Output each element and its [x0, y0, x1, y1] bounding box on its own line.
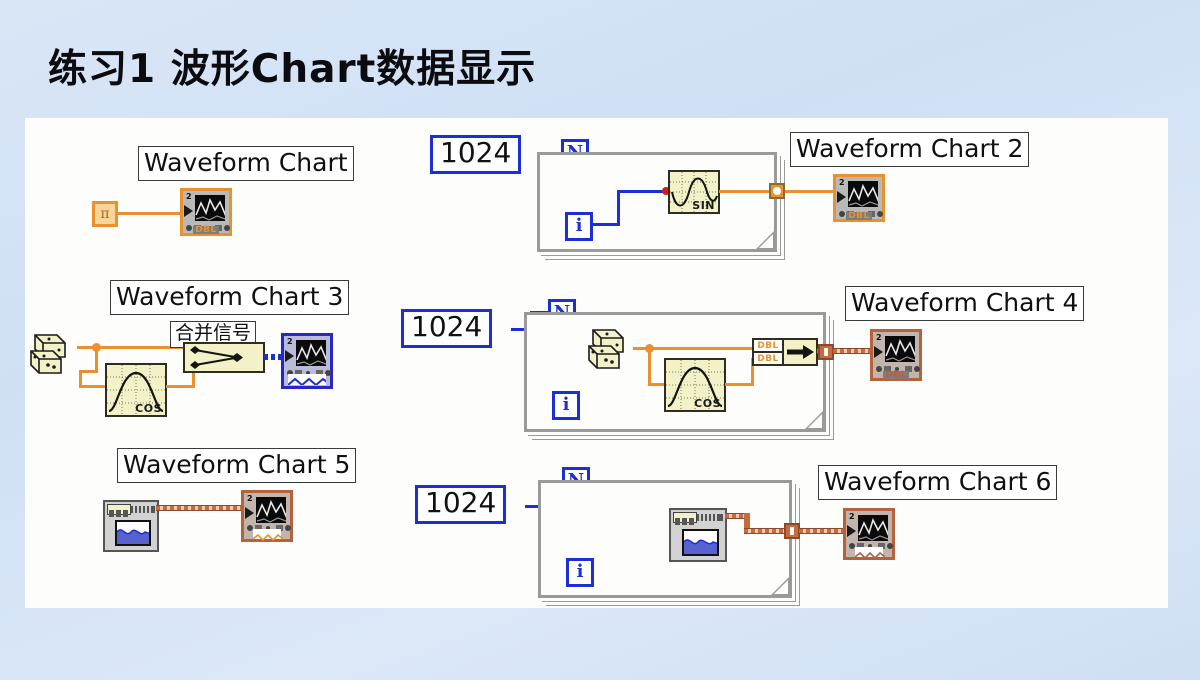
terminal-index-label: 2	[186, 192, 192, 201]
build-array-input-dbl-2: DBL	[754, 353, 782, 364]
cos-function-loop2[interactable]: COS	[664, 358, 726, 412]
cos-function-label-loop2: COS	[694, 397, 721, 410]
chart-screen-icon	[296, 340, 326, 366]
terminal-waveform-chart-3[interactable]: 2	[281, 333, 333, 389]
terminal-legend-icon	[246, 519, 291, 531]
loop-dogear-inner-icon	[774, 580, 788, 594]
label-waveform-chart-6: Waveform Chart 6	[818, 465, 1058, 500]
terminal-index-label: 2	[849, 512, 855, 521]
simvi-header-icon	[673, 512, 697, 525]
wire-pi-to-chart1	[118, 212, 181, 215]
loop-dogear-inner-icon	[808, 414, 822, 428]
merge-signals-node[interactable]	[183, 342, 265, 373]
tunnel-inner-icon	[788, 527, 796, 535]
sin-function[interactable]: SIN	[668, 170, 720, 214]
constant-1024-row1[interactable]: 1024	[430, 135, 522, 174]
label-waveform-chart-5: Waveform Chart 5	[117, 448, 357, 483]
wire-to-tunnel-row3	[744, 528, 787, 534]
chart-screen-icon	[885, 336, 915, 362]
terminal-index-label: 2	[876, 333, 882, 342]
wire-cos-out-loop2	[725, 383, 754, 386]
terminal-arrow-icon	[184, 205, 193, 217]
chart-screen-icon	[195, 195, 225, 221]
terminal-waveform-chart-4[interactable]: 2 DBL	[870, 329, 922, 381]
simvi-waveform-display-icon	[115, 520, 151, 546]
terminal-index-label: 2	[247, 494, 253, 503]
terminal-waveform-strip-icon	[854, 547, 886, 560]
simvi-waveform-display-icon	[682, 529, 719, 556]
wire-tunnel-to-chart4	[833, 348, 874, 354]
output-tunnel-row1[interactable]	[769, 183, 785, 199]
label-waveform-chart-2: Waveform Chart 2	[790, 132, 1030, 167]
simvi-output-port-icon	[697, 514, 723, 521]
tunnel-inner-icon	[822, 348, 830, 356]
terminal-waveform-chart-1[interactable]: 2 DBL	[180, 188, 232, 236]
terminal-arrow-icon	[285, 350, 294, 362]
terminal-waveform-chart-6[interactable]: 2	[843, 508, 895, 560]
constant-1024-row3[interactable]: 1024	[415, 485, 507, 524]
terminal-datatype: DBL	[193, 225, 219, 235]
wire-simvi-to-chart5	[156, 505, 248, 511]
terminal-datatype: DBL	[883, 370, 909, 380]
wire-dice-down-row2	[95, 346, 98, 373]
build-array-input-dbl-1: DBL	[754, 340, 782, 353]
terminal-arrow-icon	[245, 507, 254, 519]
simvi-header-icon	[107, 504, 131, 517]
pi-constant-value: π	[100, 206, 110, 222]
simvi-output-port-icon	[131, 506, 155, 513]
iteration-terminal-row1[interactable]: i	[565, 212, 593, 241]
page-title: 练习1 波形Chart数据显示	[48, 47, 537, 92]
wire-i-to-sin-v	[617, 190, 620, 226]
build-array-arrow-icon	[784, 340, 816, 364]
wire-i-to-sin-h2	[617, 190, 666, 193]
wire-cos-out-row2	[166, 385, 195, 388]
wire-i-to-sin-h1	[592, 223, 620, 226]
constant-1024-row2[interactable]: 1024	[401, 309, 493, 348]
loop-dogear-inner-icon	[759, 234, 773, 248]
label-waveform-chart-3: Waveform Chart 3	[110, 280, 350, 315]
cos-function-row2[interactable]: COS	[105, 363, 167, 417]
block-diagram-panel: Waveform Chart π 2 DBL 1024 N	[25, 118, 1168, 608]
output-tunnel-row2[interactable]	[818, 344, 834, 360]
chart-screen-icon	[848, 181, 878, 207]
iteration-terminal-row3[interactable]: i	[566, 558, 594, 587]
label-waveform-chart-4: Waveform Chart 4	[845, 286, 1085, 321]
terminal-arrow-icon	[874, 346, 883, 358]
iteration-terminal-row2[interactable]: i	[552, 391, 580, 420]
terminal-index-label: 2	[839, 178, 845, 187]
terminal-legend-icon	[286, 364, 331, 376]
simulate-signal-vi-row3[interactable]	[103, 500, 159, 552]
output-tunnel-row3[interactable]	[784, 523, 800, 539]
terminal-waveform-chart-5[interactable]: 2	[241, 490, 293, 542]
terminal-dynamic-strip-icon	[288, 374, 326, 385]
build-array-node[interactable]: DBL DBL	[752, 338, 818, 366]
wire-dice-down-loop2	[648, 347, 651, 386]
terminal-waveform-chart-2[interactable]: 2 DBL	[833, 174, 885, 222]
wire-tunnel-to-chart6	[799, 528, 847, 534]
terminal-datatype: DBL	[846, 211, 872, 221]
terminal-legend-icon	[875, 360, 920, 372]
terminal-arrow-icon	[837, 191, 846, 203]
sin-function-label: SIN	[692, 199, 715, 212]
cos-function-label-row2: COS	[135, 402, 162, 415]
terminal-waveform-strip-icon	[252, 529, 284, 542]
random-number-dice-loop2[interactable]	[585, 326, 637, 379]
terminal-index-label: 2	[287, 337, 293, 346]
pi-constant[interactable]: π	[92, 201, 118, 227]
label-waveform-chart-1: Waveform Chart	[138, 146, 354, 181]
wire-tunnel-to-chart2	[785, 190, 837, 193]
build-array-inputs: DBL DBL	[754, 340, 784, 364]
terminal-arrow-icon	[847, 525, 856, 537]
wire-into-cos-row2	[79, 385, 107, 388]
terminal-legend-icon	[848, 537, 893, 549]
simulate-signal-vi-loop3[interactable]	[669, 508, 727, 562]
tunnel-inner-icon	[773, 187, 781, 195]
random-number-dice-row2[interactable]	[27, 331, 79, 384]
